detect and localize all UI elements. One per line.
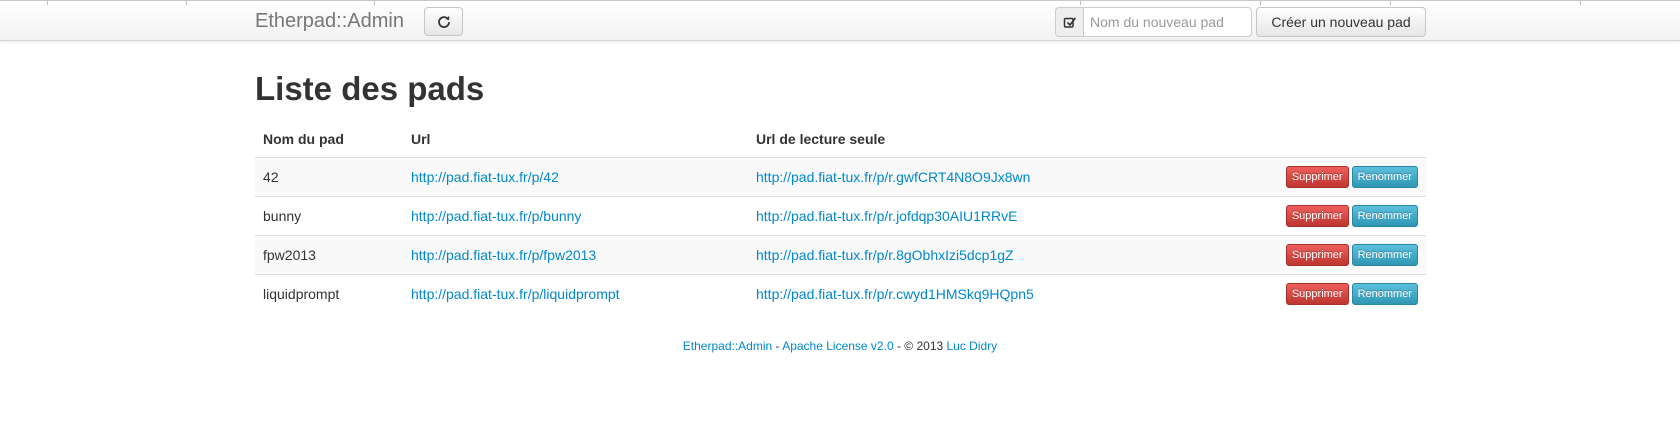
pad-name: 42 <box>255 157 403 197</box>
delete-button[interactable]: Supprimer <box>1285 205 1349 227</box>
pad-name: liquidprompt <box>255 274 403 313</box>
refresh-button[interactable] <box>424 7 463 36</box>
header-readonly-url: Url de lecture seule <box>756 131 886 147</box>
pad-name: fpw2013 <box>255 235 403 275</box>
pad-url-link[interactable]: http://pad.fiat-tux.fr/p/fpw2013 <box>411 247 596 263</box>
header-pad-name: Nom du pad <box>263 131 344 147</box>
header-actions <box>1234 121 1426 158</box>
brand-link[interactable]: Etherpad::Admin <box>255 10 404 33</box>
delete-button[interactable]: Supprimer <box>1285 283 1349 305</box>
pad-url-link[interactable]: http://pad.fiat-tux.fr/p/bunny <box>411 208 581 224</box>
pad-readonly-url-link[interactable]: http://pad.fiat-tux.fr/p/r.cwyd1HMSkq9HQ… <box>756 286 1034 302</box>
edit-addon <box>1055 7 1083 37</box>
table-header-row: Nom du pad Url Url de lecture seule <box>255 121 1426 158</box>
footer-separator: - <box>772 339 783 353</box>
top-navbar: Etherpad::Admin Créer un nouveau pad <box>0 0 1680 41</box>
table-row: bunny http://pad.fiat-tux.fr/p/bunny htt… <box>255 196 1426 236</box>
footer-license-link[interactable]: Apache License v2.0 <box>782 339 893 353</box>
tick-mark <box>47 1 48 5</box>
pad-url-link[interactable]: http://pad.fiat-tux.fr/p/42 <box>411 169 559 185</box>
footer-app-link[interactable]: Etherpad::Admin <box>683 339 772 353</box>
table-row: 42 http://pad.fiat-tux.fr/p/42 http://pa… <box>255 157 1426 197</box>
header-url: Url <box>411 131 431 147</box>
pad-name: bunny <box>255 196 403 236</box>
footer-author-link[interactable]: Luc Didry <box>947 339 998 353</box>
table-row: liquidprompt http://pad.fiat-tux.fr/p/li… <box>255 274 1426 313</box>
tick-mark <box>1390 1 1391 5</box>
rename-button[interactable]: Renommer <box>1351 205 1418 227</box>
rename-button[interactable]: Renommer <box>1351 283 1418 305</box>
rename-button[interactable]: Renommer <box>1351 244 1418 266</box>
new-pad-form <box>1055 7 1252 37</box>
page-title: Liste des pads <box>255 70 485 107</box>
tick-mark <box>1580 1 1581 5</box>
footer-copyright: - © 2013 <box>893 339 947 353</box>
edit-icon <box>1063 17 1076 28</box>
footer: Etherpad::Admin - Apache License v2.0 - … <box>0 339 1680 353</box>
delete-button[interactable]: Supprimer <box>1285 244 1349 266</box>
rename-button[interactable]: Renommer <box>1351 166 1418 188</box>
pad-readonly-url-link[interactable]: http://pad.fiat-tux.fr/p/r.8gObhxIzi5dcp… <box>756 247 1014 263</box>
pads-table: Nom du pad Url Url de lecture seule 42 h… <box>255 121 1426 313</box>
new-pad-name-input[interactable] <box>1083 7 1252 37</box>
create-pad-button[interactable]: Créer un nouveau pad <box>1256 7 1426 37</box>
pad-readonly-url-link[interactable]: http://pad.fiat-tux.fr/p/r.jofdqp30AIU1R… <box>756 208 1017 224</box>
pad-readonly-url-link[interactable]: http://pad.fiat-tux.fr/p/r.gwfCRT4N8O9Jx… <box>756 169 1030 185</box>
pad-url-link[interactable]: http://pad.fiat-tux.fr/p/liquidprompt <box>411 286 620 302</box>
refresh-icon <box>437 15 450 28</box>
table-row: fpw2013 http://pad.fiat-tux.fr/p/fpw2013… <box>255 235 1426 275</box>
tick-mark <box>186 1 187 5</box>
delete-button[interactable]: Supprimer <box>1285 166 1349 188</box>
tick-mark <box>1260 1 1261 5</box>
tick-mark <box>1080 1 1081 5</box>
tick-mark <box>374 1 375 5</box>
